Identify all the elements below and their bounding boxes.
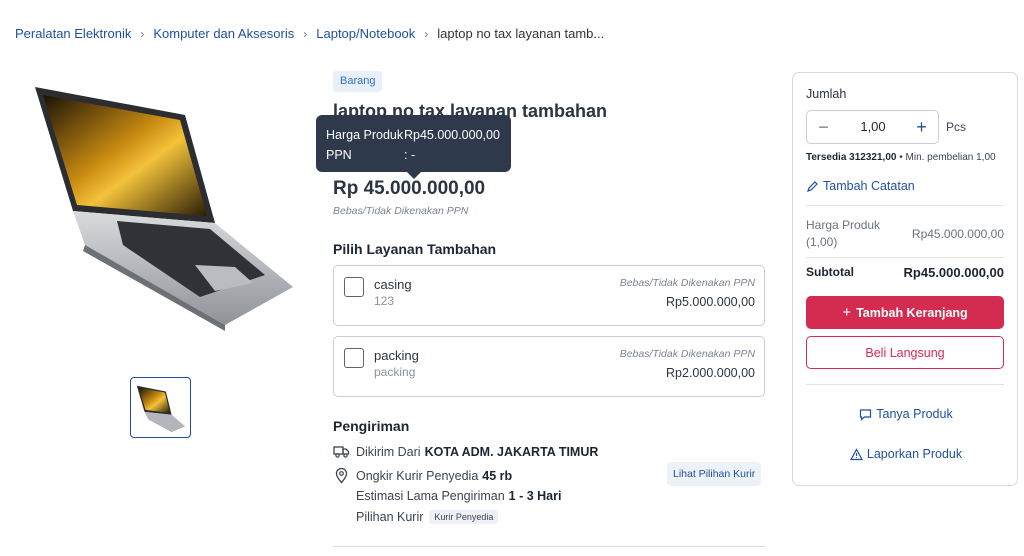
min-purchase: • Min. pembelian 1,00 (896, 152, 996, 163)
tooltip-ppn-label: PPN (326, 148, 352, 162)
report-product-link[interactable]: Laporkan Produk (793, 447, 1019, 461)
price-tooltip: Harga Produk : Rp45.000.000,00 PPN : - (316, 115, 511, 179)
stock-available: Tersedia 312321,00 (806, 152, 897, 163)
divider (806, 205, 1004, 206)
shipping-title: Pengiriman (333, 418, 410, 434)
price-label: Harga Produk (1,00) (806, 218, 881, 249)
service-desc: packing (374, 365, 416, 379)
ship-from-row: Dikirim Dari KOTA ADM. JAKARTA TIMUR (333, 443, 598, 460)
subtotal-label: Subtotal (806, 265, 854, 279)
add-note-label: Tambah Catatan (823, 179, 915, 193)
qty-label: Jumlah (806, 87, 847, 101)
location-pin-icon (333, 467, 350, 484)
ask-product-link[interactable]: Tanya Produk (793, 407, 1019, 421)
chevron-right-icon: › (140, 26, 145, 41)
ship-cost-label: Ongkir Kurir Penyedia (356, 468, 479, 483)
qty-decrease-button[interactable]: − (807, 111, 840, 143)
report-product-label: Laporkan Produk (866, 447, 963, 461)
add-to-cart-label: Tambah Keranjang (856, 305, 968, 320)
service-amount: Rp5.000.000,00 (666, 295, 755, 309)
add-to-cart-button[interactable]: + Tambah Keranjang (806, 296, 1004, 329)
warning-icon (849, 447, 863, 460)
service-tax-note: Bebas/Tidak Dikenakan PPN (619, 277, 755, 289)
services-title: Pilih Layanan Tambahan (333, 241, 497, 257)
ship-eta-label: Estimasi Lama Pengiriman (356, 489, 505, 503)
product-main-image (25, 75, 315, 340)
service-desc: 123 (374, 294, 395, 308)
breadcrumb: Peralatan Elektronik › Komputer dan Akse… (15, 26, 604, 41)
chat-icon (860, 408, 872, 421)
ship-courier-row: Pilihan Kurir Kurir Penyedia (356, 510, 499, 524)
chevron-right-icon: › (303, 26, 308, 41)
plus-icon: + (842, 304, 852, 321)
breadcrumb-link-elektronik[interactable]: Peralatan Elektronik (15, 26, 131, 41)
order-card: Jumlah − 1,00 + Pcs Tersedia 312321,00 •… (792, 72, 1018, 486)
product-price: Rp 45.000.000,00 (333, 178, 486, 199)
product-thumbnail[interactable] (130, 377, 191, 438)
ask-product-label: Tanya Produk (876, 407, 953, 421)
product-type-badge: Barang (333, 71, 383, 92)
breadcrumb-current: laptop no tax layanan tamb... (437, 26, 605, 41)
divider (806, 384, 1004, 385)
quantity-stepper: − 1,00 + (806, 110, 939, 144)
service-option-packing[interactable]: packing packing Bebas/Tidak Dikenakan PP… (333, 336, 765, 397)
ship-eta-value: 1 - 3 Hari (508, 489, 562, 503)
service-name: packing (374, 348, 419, 363)
ship-cost-row: Ongkir Kurir Penyedia 45 rb (333, 467, 512, 484)
ship-from-value: KOTA ADM. JAKARTA TIMUR (424, 444, 599, 459)
service-checkbox[interactable] (344, 348, 364, 368)
ship-eta-row: Estimasi Lama Pengiriman 1 - 3 Hari (356, 489, 561, 503)
pencil-icon (807, 180, 818, 192)
qty-increase-button[interactable]: + (905, 111, 938, 143)
divider (333, 546, 765, 547)
service-checkbox[interactable] (344, 277, 364, 297)
subtotal-value: Rp45.000.000,00 (903, 265, 1004, 280)
service-tax-note: Bebas/Tidak Dikenakan PPN (619, 348, 755, 360)
service-amount: Rp2.000.000,00 (666, 366, 755, 380)
qty-unit: Pcs (946, 120, 967, 134)
see-courier-button[interactable]: Lihat Pilihan Kurir (667, 462, 762, 486)
ship-from-label: Dikirim Dari (356, 444, 421, 459)
ship-courier-label: Pilihan Kurir (356, 510, 424, 524)
tooltip-harga-label: Harga Produk : (326, 128, 404, 162)
stock-info: Tersedia 312321,00 • Min. pembelian 1,00 (806, 152, 996, 163)
truck-icon (333, 443, 350, 460)
price-tax-note: Bebas/Tidak Dikenakan PPN (333, 205, 469, 217)
price-value: Rp45.000.000,00 (911, 227, 1004, 241)
courier-chip: Kurir Penyedia (429, 510, 499, 524)
service-option-casing[interactable]: casing 123 Bebas/Tidak Dikenakan PPN Rp5… (333, 265, 765, 326)
breadcrumb-link-komputer[interactable]: Komputer dan Aksesoris (153, 26, 294, 41)
divider (806, 257, 1004, 258)
add-note-link[interactable]: Tambah Catatan (806, 179, 915, 193)
breadcrumb-link-laptop[interactable]: Laptop/Notebook (316, 26, 415, 41)
tooltip-harga-value: Rp45.000.000,00 (404, 128, 500, 142)
buy-now-button[interactable]: Beli Langsung (806, 336, 1004, 369)
tooltip-ppn-value: : - (404, 148, 416, 162)
qty-input[interactable]: 1,00 (840, 111, 906, 143)
service-name: casing (374, 277, 412, 292)
chevron-right-icon: › (424, 26, 429, 41)
ship-cost-value: 45 rb (482, 468, 513, 483)
